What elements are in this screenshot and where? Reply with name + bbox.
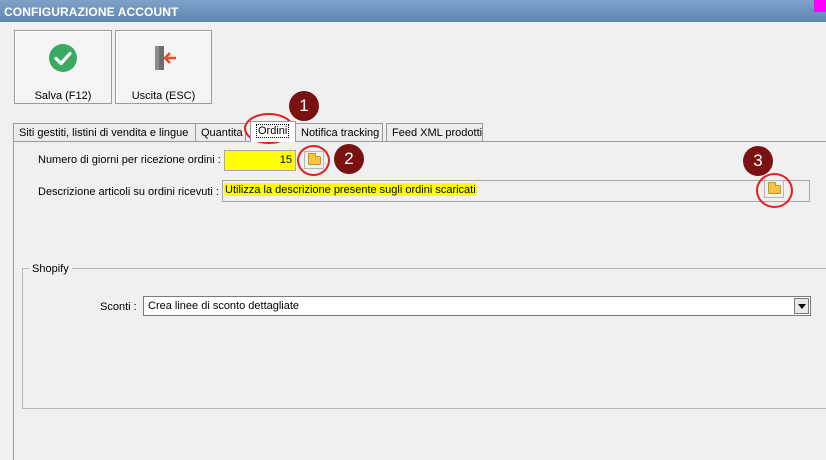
annotation-ring-description-button xyxy=(756,173,793,208)
annotation-badge-2: 2 xyxy=(334,144,364,174)
description-field[interactable]: Utilizza la descrizione presente sugli o… xyxy=(222,180,810,202)
title-bar-corner-marker xyxy=(814,0,826,12)
annotation-ring-days-button xyxy=(297,145,330,176)
exit-button[interactable]: Uscita (ESC) xyxy=(115,30,212,104)
annotation-badge-1: 1 xyxy=(289,91,319,121)
window-title-bar: CONFIGURAZIONE ACCOUNT xyxy=(0,0,826,22)
save-button-label: Salva (F12) xyxy=(34,90,92,102)
checkmark-icon xyxy=(48,43,78,76)
discounts-label: Sconti : xyxy=(100,301,137,313)
discounts-select[interactable]: Crea linee di sconto dettagliate xyxy=(143,296,811,316)
days-label: Numero di giorni per ricezione ordini : xyxy=(38,154,221,166)
save-button[interactable]: Salva (F12) xyxy=(14,30,112,104)
shopify-group xyxy=(22,268,826,409)
exit-button-label: Uscita (ESC) xyxy=(131,90,196,102)
annotation-badge-3: 3 xyxy=(743,146,773,176)
window-title: CONFIGURAZIONE ACCOUNT xyxy=(4,5,179,19)
description-label: Descrizione articoli su ordini ricevuti … xyxy=(38,186,219,198)
days-input[interactable]: 15 xyxy=(224,150,296,171)
tab-feed-xml-prodotti[interactable]: Feed XML prodotti xyxy=(386,123,483,141)
discounts-select-value: Crea linee di sconto dettagliate xyxy=(148,300,300,312)
description-value: Utilizza la descrizione presente sugli o… xyxy=(224,183,477,196)
tab-notifica-tracking[interactable]: Notifica tracking xyxy=(295,123,383,141)
shopify-group-title: Shopify xyxy=(29,263,72,275)
tab-siti-gestiti[interactable]: Siti gestiti, listini di vendita e lingu… xyxy=(13,123,196,141)
chevron-down-icon[interactable] xyxy=(794,298,809,314)
tab-quantita[interactable]: Quantita xyxy=(195,123,246,141)
exit-door-icon xyxy=(149,43,179,76)
tab-ordini[interactable]: Ordini xyxy=(250,121,296,142)
